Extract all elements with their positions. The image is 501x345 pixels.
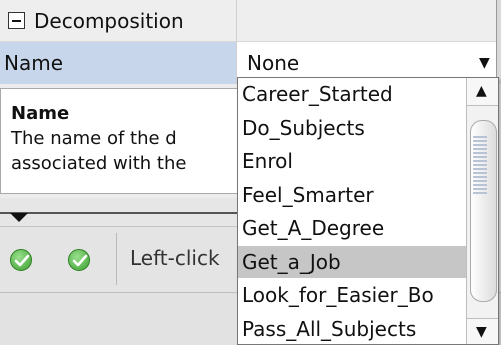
column-divider[interactable] [236,0,237,84]
description-line-1: The name of the d [11,128,177,149]
name-combobox-value: None [247,51,300,75]
description-text: The name of the d associated with the [11,126,238,176]
dropdown-option[interactable]: Feel_Smarter [238,179,466,211]
scroll-down-button[interactable]: ▼ [467,318,498,344]
category-label: Decomposition [34,9,184,33]
description-line-2: associated with the [11,153,187,174]
status-divider [116,233,117,285]
dropdown-option-highlighted[interactable]: Get_a_Job [238,246,466,278]
dropdown-options: Career_Started Do_Subjects Enrol Feel_Sm… [238,78,466,344]
splitter-bar[interactable] [0,212,238,214]
category-row-decomposition[interactable]: Decomposition [0,0,501,42]
description-title: Name [11,103,70,124]
status-text: Left-click [130,246,220,270]
name-label-cell: Name [0,42,236,84]
dropdown-scrollbar[interactable]: ▲ ▼ [466,78,498,344]
collapse-minus-icon[interactable] [8,12,25,29]
dropdown-option[interactable]: Enrol [238,145,466,177]
dropdown-option[interactable]: Pass_All_Subjects [238,313,466,344]
green-check-icon[interactable] [10,249,32,271]
panel-edge [496,0,501,84]
dropdown-option[interactable]: Career_Started [238,78,466,110]
scrollbar-grip [473,136,487,196]
name-dropdown-list[interactable]: Career_Started Do_Subjects Enrol Feel_Sm… [237,77,499,345]
description-pane: Name The name of the d associated with t… [0,88,238,194]
dropdown-option[interactable]: Look_for_Easier_Bo [238,279,466,311]
name-label: Name [4,51,64,75]
arrow-down-icon: ▼ [476,324,487,340]
dropdown-option[interactable]: Do_Subjects [238,112,466,144]
dropdown-option[interactable]: Get_A_Degree [238,212,466,244]
scroll-up-button[interactable]: ▲ [467,78,498,106]
chevron-down-icon[interactable]: ▼ [479,56,490,70]
green-check-icon[interactable] [68,249,90,271]
arrow-up-icon: ▲ [476,83,487,99]
collapse-arrow-icon[interactable] [10,213,28,222]
property-sheet: Decomposition Name None ▼ [0,0,501,84]
status-bar: Left-click [0,226,238,292]
